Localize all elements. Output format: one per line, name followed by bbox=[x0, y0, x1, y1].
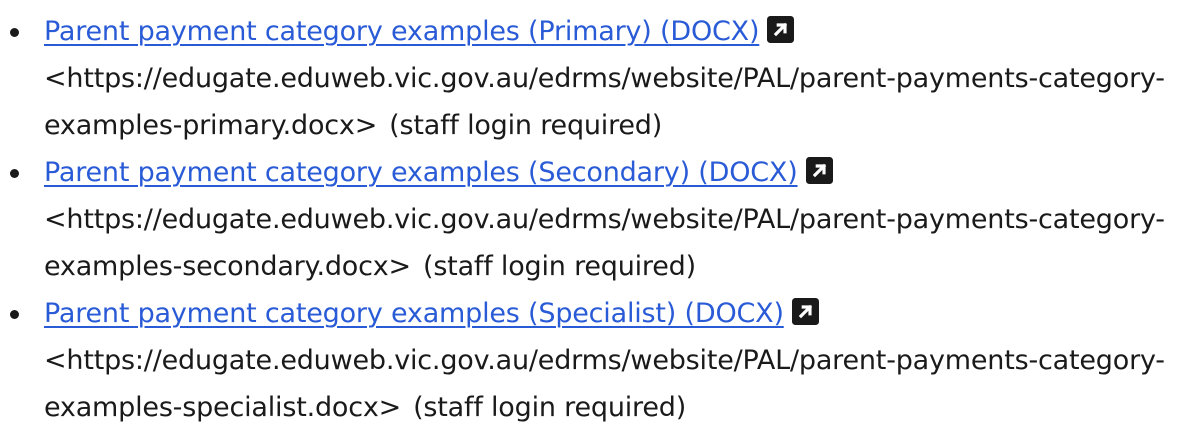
primary-docx-link[interactable]: Parent payment category examples (Primar… bbox=[44, 16, 759, 47]
list-item: Parent payment category examples (Primar… bbox=[0, 8, 1180, 149]
external-link-icon[interactable] bbox=[791, 298, 819, 325]
staff-login-note: (staff login required) bbox=[413, 392, 687, 423]
external-link-icon[interactable] bbox=[805, 157, 833, 184]
staff-login-note: (staff login required) bbox=[389, 110, 663, 141]
external-link-icon[interactable] bbox=[767, 16, 795, 43]
staff-login-note: (staff login required) bbox=[422, 251, 696, 282]
bullet bbox=[10, 28, 19, 37]
bullet bbox=[10, 310, 19, 319]
document-link-list: Parent payment category examples (Primar… bbox=[0, 8, 1180, 431]
secondary-docx-link[interactable]: Parent payment category examples (Second… bbox=[44, 157, 798, 188]
list-item: Parent payment category examples (Second… bbox=[0, 149, 1180, 290]
specialist-docx-link[interactable]: Parent payment category examples (Specia… bbox=[44, 298, 784, 329]
list-item: Parent payment category examples (Specia… bbox=[0, 290, 1180, 431]
bullet bbox=[10, 169, 19, 178]
